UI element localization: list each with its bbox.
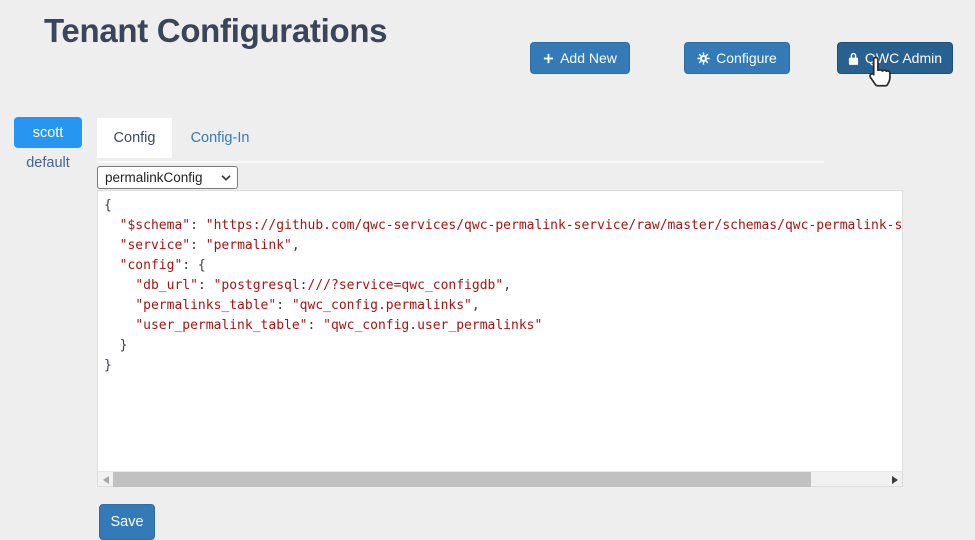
code-line: "service": "permalink", — [104, 236, 902, 256]
sidebar-item-scott[interactable]: scott — [14, 117, 82, 148]
tab-separator — [97, 161, 824, 163]
add-new-button[interactable]: Add New — [530, 42, 630, 74]
config-editor[interactable]: { "$schema": "https://github.com/qwc-ser… — [97, 190, 903, 487]
tab-config-in[interactable]: Config-In — [172, 118, 268, 158]
configure-button[interactable]: Configure — [684, 42, 790, 74]
scroll-left-arrow-icon[interactable] — [98, 472, 113, 487]
qwc-admin-label: QWC Admin — [865, 50, 942, 66]
config-file-select-value: permalinkConfig — [105, 170, 203, 185]
tab-config[interactable]: Config — [97, 118, 172, 158]
config-editor-content[interactable]: { "$schema": "https://github.com/qwc-ser… — [98, 191, 902, 471]
code-line: } — [104, 336, 902, 356]
code-line: "permalinks_table": "qwc_config.permalin… — [104, 296, 902, 316]
configure-label: Configure — [716, 50, 777, 66]
plus-icon — [543, 53, 554, 64]
chevron-down-icon — [221, 175, 231, 181]
save-button[interactable]: Save — [99, 504, 155, 540]
horizontal-scrollbar[interactable] — [98, 471, 902, 486]
config-file-select[interactable]: permalinkConfig — [97, 166, 238, 189]
code-line: "db_url": "postgresql:///?service=qwc_co… — [104, 276, 902, 296]
sidebar-item-default[interactable]: default — [14, 151, 82, 175]
scroll-right-arrow-icon[interactable] — [887, 472, 902, 487]
code-line: { — [104, 196, 902, 216]
page-title: Tenant Configurations — [44, 12, 387, 50]
lock-icon — [848, 52, 859, 65]
add-new-label: Add New — [560, 50, 617, 66]
gear-icon — [697, 52, 710, 65]
scrollbar-thumb[interactable] — [113, 472, 811, 487]
tenant-configurations-page: { "colors": { "primary": "#337ab7", "pri… — [0, 0, 975, 534]
code-line: "$schema": "https://github.com/qwc-servi… — [104, 216, 902, 236]
code-line: } — [104, 356, 902, 376]
qwc-admin-button[interactable]: QWC Admin — [837, 42, 953, 74]
code-line: "config": { — [104, 256, 902, 276]
code-line: "user_permalink_table": "qwc_config.user… — [104, 316, 902, 336]
